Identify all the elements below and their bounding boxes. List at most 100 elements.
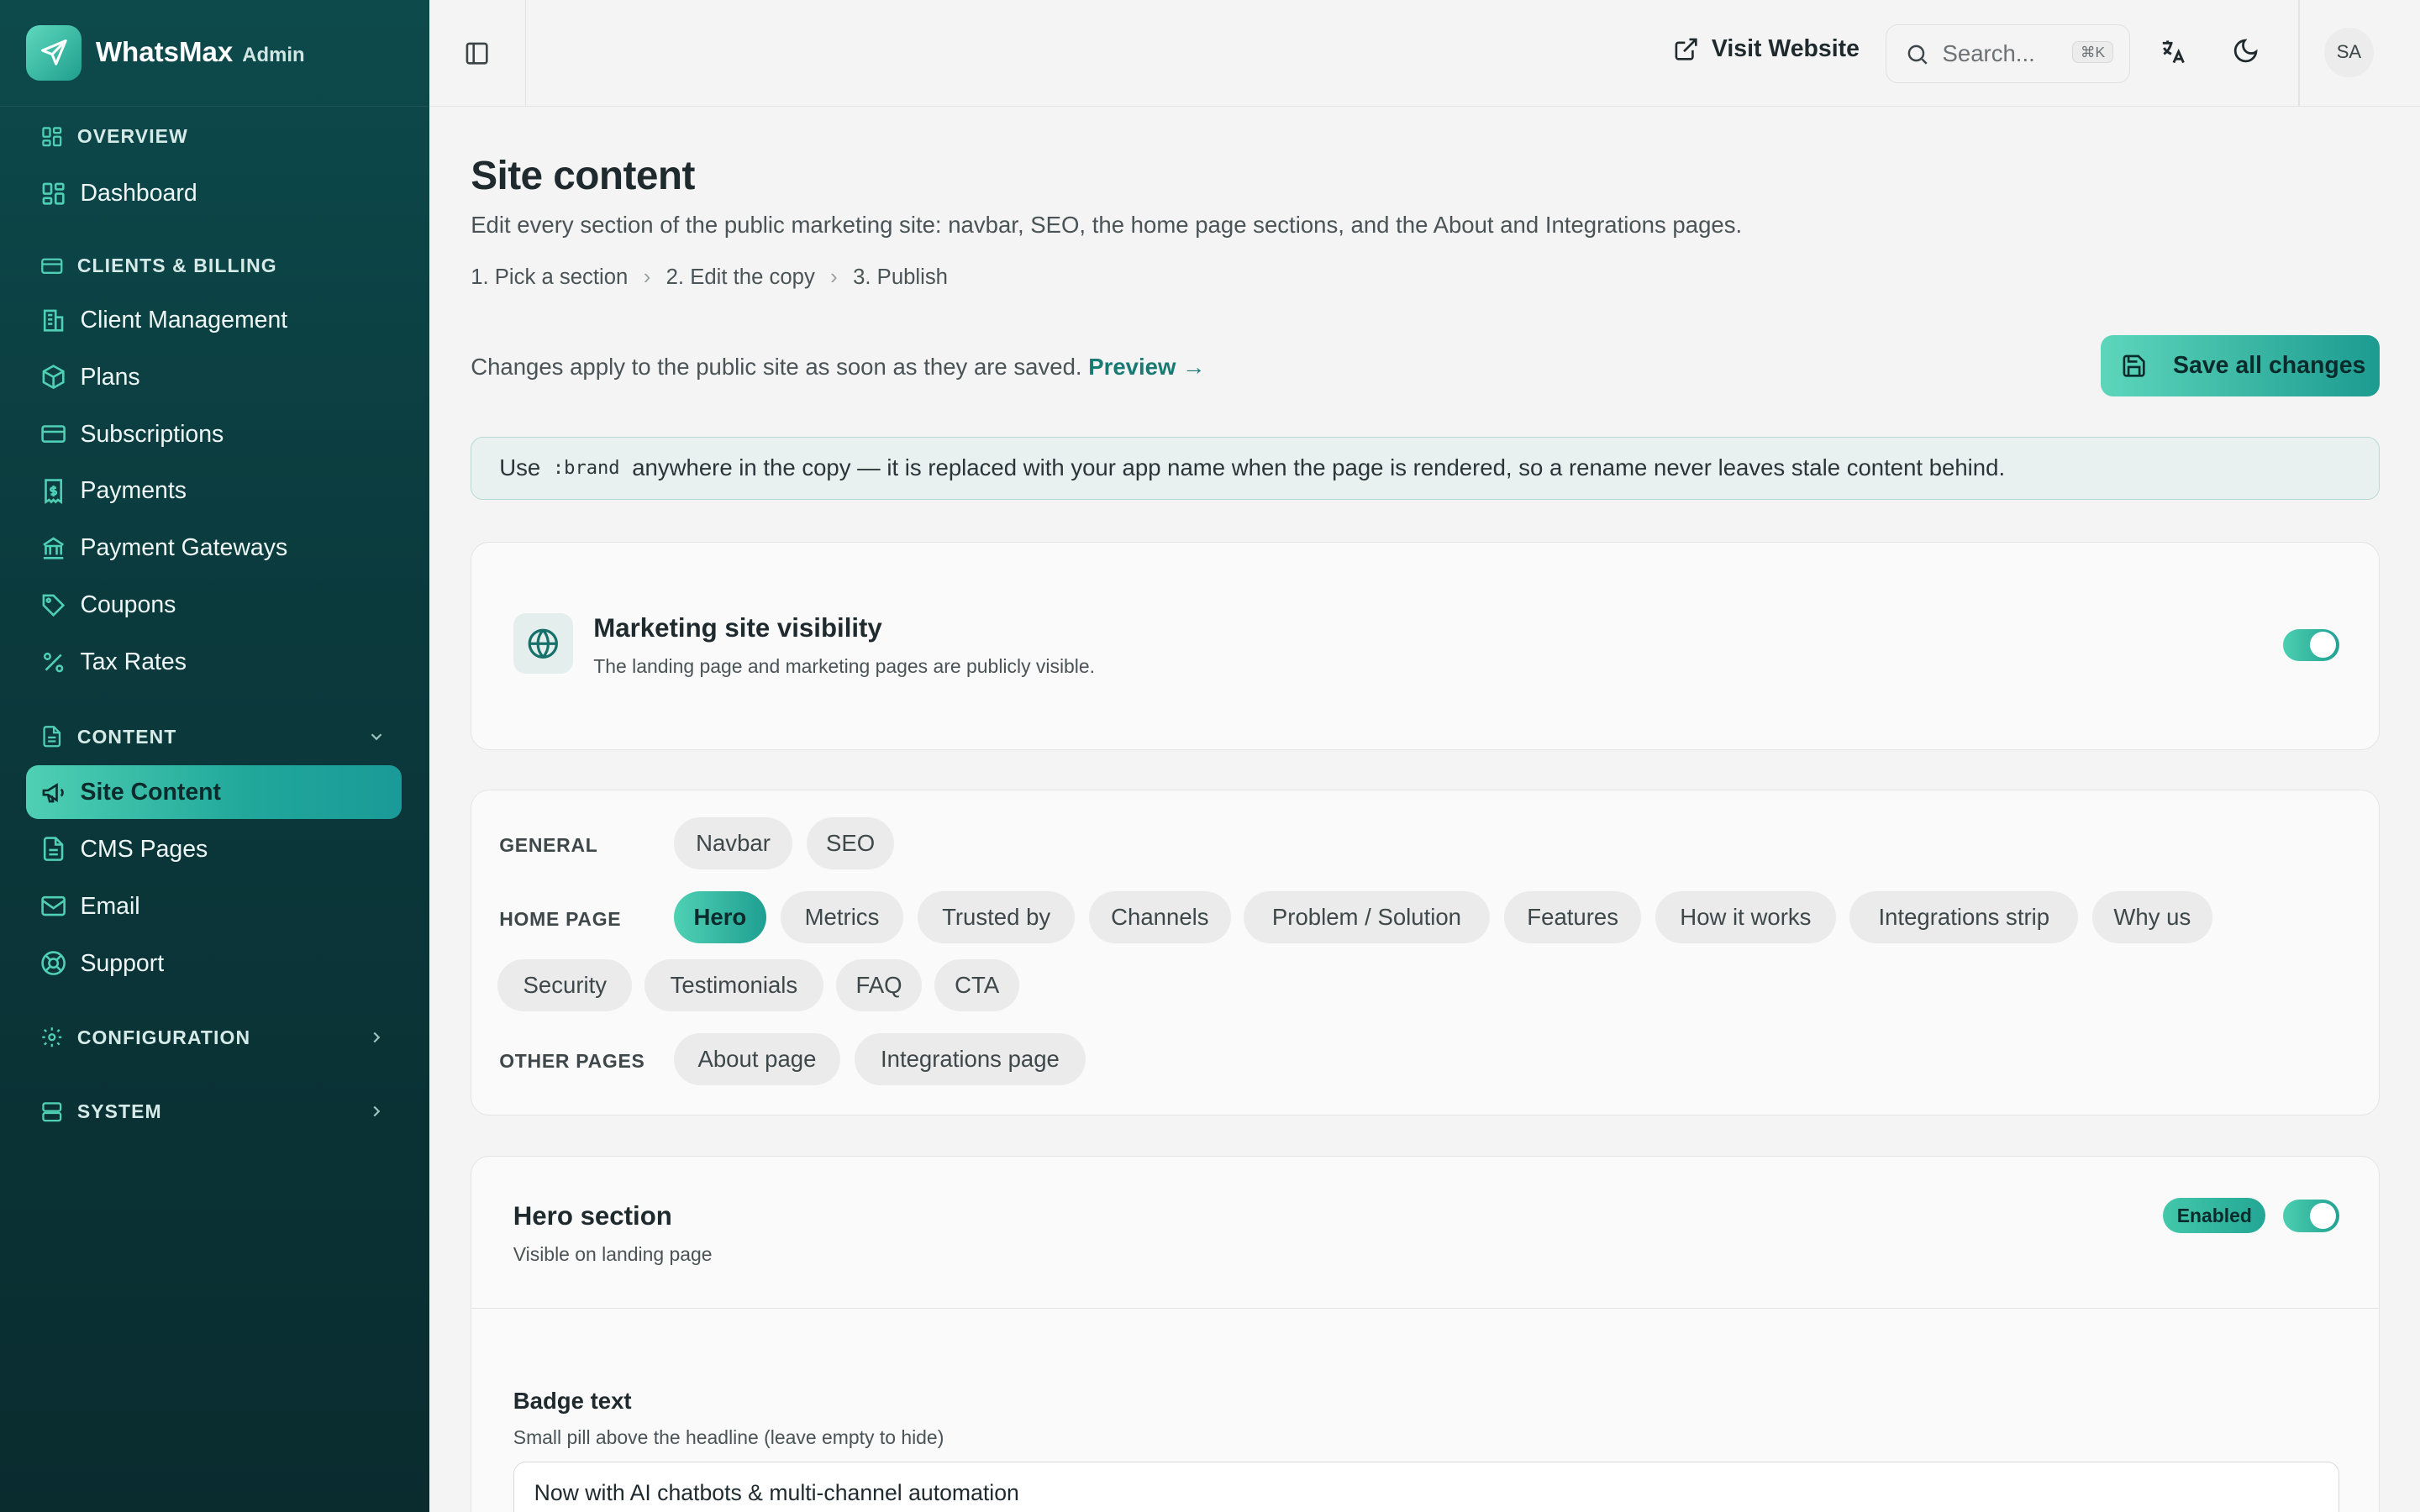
info-prefix: Use bbox=[499, 454, 541, 481]
sidebar-item-coupons[interactable]: Coupons bbox=[26, 579, 401, 633]
sidebar-item-cms-pages[interactable]: CMS Pages bbox=[26, 822, 401, 876]
sidebar-item-tax-rates[interactable]: Tax Rates bbox=[26, 636, 401, 690]
avatar[interactable]: SA bbox=[2324, 28, 2374, 77]
section-system[interactable]: SYSTEM bbox=[40, 1100, 389, 1124]
step-3: 3. Publish bbox=[853, 265, 948, 289]
brand-token: :brand bbox=[552, 457, 620, 479]
sidebar-toggle-button[interactable] bbox=[429, 0, 527, 107]
group-label-other: OTHER PAGES bbox=[499, 1049, 645, 1072]
hero-enabled-toggle[interactable] bbox=[2283, 1200, 2339, 1232]
badge-text-label: Badge text bbox=[513, 1388, 632, 1415]
translate-icon[interactable] bbox=[2158, 37, 2187, 66]
tab-chip[interactable]: Why us bbox=[2091, 890, 2212, 944]
receipt-icon bbox=[44, 479, 62, 505]
tab-chip[interactable]: Integrations strip bbox=[1849, 890, 2079, 944]
sidebar-item-payment-gateways[interactable]: Payment Gateways bbox=[26, 522, 401, 575]
search-shortcut: ⌘K bbox=[2071, 40, 2114, 64]
moon-icon[interactable] bbox=[2232, 37, 2260, 65]
visibility-subtitle: The landing page and marketing pages are… bbox=[593, 654, 1096, 677]
hero-section-title: Hero section bbox=[513, 1200, 672, 1231]
badge-text-help: Small pill above the headline (leave emp… bbox=[513, 1426, 944, 1449]
section-label: OVERVIEW bbox=[76, 125, 188, 148]
section-clients-billing: CLIENTS & BILLING bbox=[40, 255, 389, 278]
status-badge: Enabled bbox=[2163, 1198, 2266, 1234]
sidebar-item-label: Plans bbox=[80, 363, 140, 391]
section-label: SYSTEM bbox=[76, 1100, 162, 1122]
search-icon bbox=[1908, 45, 1928, 65]
preview-link[interactable]: Preview → bbox=[1088, 354, 1205, 380]
visit-website-link[interactable]: Visit Website bbox=[1673, 35, 1860, 63]
tab-chip[interactable]: Navbar bbox=[673, 816, 793, 870]
file-text-icon bbox=[43, 726, 60, 748]
hero-section-subtitle: Visible on landing page bbox=[513, 1242, 713, 1265]
section-label: CONTENT bbox=[76, 725, 177, 748]
save-note: Changes apply to the public site as soon… bbox=[471, 354, 1205, 381]
file-text-icon bbox=[43, 837, 64, 862]
sidebar-item-support[interactable]: Support bbox=[26, 937, 401, 990]
tab-chip[interactable]: Security bbox=[497, 958, 633, 1011]
sidebar-item-subscriptions[interactable]: Subscriptions bbox=[26, 407, 401, 461]
sidebar-item-email[interactable]: Email bbox=[26, 879, 401, 933]
badge-text-input[interactable]: Now with AI chatbots & multi-channel aut… bbox=[513, 1462, 2339, 1512]
sidebar-item-client-management[interactable]: Client Management bbox=[26, 293, 401, 347]
chevron-right-icon bbox=[373, 1032, 381, 1043]
tab-chip[interactable]: CTA bbox=[934, 958, 1020, 1011]
bank-icon bbox=[42, 537, 64, 559]
tab-chip[interactable]: Features bbox=[1503, 890, 1642, 944]
sidebar-item-label: Tax Rates bbox=[80, 648, 187, 676]
package-icon bbox=[42, 365, 65, 390]
save-note-text: Changes apply to the public site as soon… bbox=[471, 353, 1082, 380]
tab-chip[interactable]: Metrics bbox=[780, 890, 904, 944]
search-input[interactable]: Search... ⌘K bbox=[1886, 24, 2130, 84]
sidebar-item-payments[interactable]: Payments bbox=[26, 465, 401, 518]
visibility-toggle[interactable] bbox=[2283, 628, 2339, 662]
section-configuration[interactable]: CONFIGURATION bbox=[40, 1026, 389, 1049]
save-all-button[interactable]: Save all changes bbox=[2100, 334, 2381, 396]
brand[interactable]: WhatsMax Admin bbox=[0, 0, 429, 107]
tab-chip[interactable]: Channels bbox=[1088, 890, 1231, 944]
hero-section-card: Hero section Visible on landing page Ena… bbox=[471, 1155, 2381, 1512]
section-content[interactable]: CONTENT bbox=[40, 725, 389, 748]
layout-grid-icon bbox=[42, 127, 62, 147]
tab-chip[interactable]: Integrations page bbox=[854, 1032, 1086, 1086]
sidebar-item-label: Client Management bbox=[80, 306, 288, 333]
divider bbox=[471, 1307, 2380, 1310]
layout-grid-icon bbox=[42, 182, 65, 205]
group-label-home: HOME PAGE bbox=[499, 907, 622, 930]
chevron-right-icon: › bbox=[830, 265, 838, 289]
sidebar-item-dashboard[interactable]: Dashboard bbox=[26, 166, 401, 220]
tab-chip[interactable]: Hero bbox=[673, 890, 766, 944]
chevron-down-icon bbox=[371, 733, 382, 741]
brand-name: WhatsMax bbox=[95, 36, 234, 68]
external-link-icon bbox=[1675, 38, 1697, 60]
page-title: Site content bbox=[471, 153, 695, 198]
tab-chip[interactable]: Testimonials bbox=[644, 958, 823, 1011]
tab-chip[interactable]: Problem / Solution bbox=[1243, 890, 1491, 944]
server-icon bbox=[42, 1101, 62, 1121]
sidebar: WhatsMax Admin OVERVIEW Dashboard CLIENT… bbox=[0, 0, 429, 1512]
group-label-general: GENERAL bbox=[499, 833, 598, 856]
sidebar-item-label: Coupons bbox=[80, 591, 176, 619]
sidebar-item-label: Payments bbox=[80, 477, 187, 505]
section-label: CONFIGURATION bbox=[76, 1026, 251, 1048]
sidebar-item-label: Support bbox=[80, 949, 165, 977]
page-description: Edit every section of the public marketi… bbox=[471, 211, 1743, 238]
tab-chip[interactable]: Trusted by bbox=[917, 890, 1076, 944]
header-divider bbox=[2297, 0, 2300, 107]
tab-chip[interactable]: How it works bbox=[1655, 890, 1836, 944]
sidebar-item-site-content[interactable]: Site Content bbox=[26, 765, 402, 820]
tab-chip[interactable]: FAQ bbox=[835, 958, 923, 1011]
tab-chip[interactable]: About page bbox=[673, 1032, 841, 1086]
sidebar-item-label: Dashboard bbox=[80, 180, 197, 207]
top-header: Visit Website Search... ⌘K SA bbox=[429, 0, 2420, 107]
sidebar-item-plans[interactable]: Plans bbox=[26, 350, 401, 404]
tab-chip[interactable]: SEO bbox=[806, 816, 895, 870]
save-icon bbox=[2123, 354, 2145, 377]
search-placeholder: Search... bbox=[1942, 40, 2035, 67]
save-all-label: Save all changes bbox=[2173, 351, 2366, 379]
tag-icon bbox=[42, 594, 65, 617]
visibility-title: Marketing site visibility bbox=[593, 613, 882, 643]
section-overview: OVERVIEW bbox=[40, 125, 389, 149]
visit-website-label: Visit Website bbox=[1711, 35, 1860, 63]
step-1: 1. Pick a section bbox=[471, 265, 629, 289]
